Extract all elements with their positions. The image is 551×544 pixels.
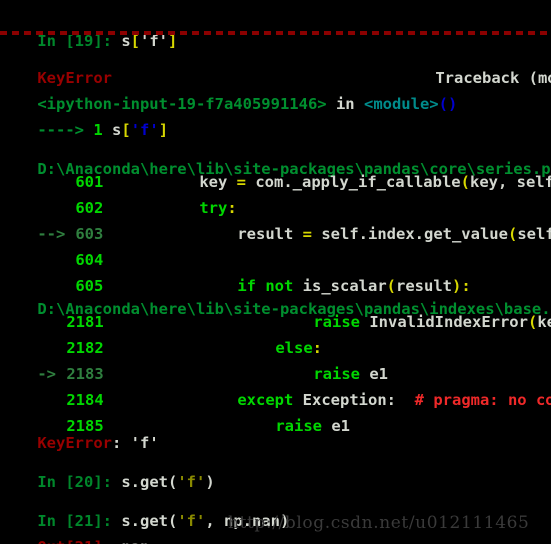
- error-separator-rule: [0, 31, 551, 35]
- terminal-line-error-final: KeyError: 'f': [37, 434, 159, 452]
- terminal-line-2183-code: raise e1: [313, 365, 388, 383]
- terminal-line-in20: In [20]: s.get('f'): [0, 443, 214, 491]
- source-lineno-2181: 2181: [66, 313, 104, 331]
- output-value-nan: nan: [121, 538, 149, 544]
- frame-in-keyword: in: [335, 95, 355, 113]
- paren-open: (: [527, 313, 538, 331]
- prompt-out-21: Out[21]:: [37, 538, 112, 544]
- exception-invalidindexerror: InvalidIndexError: [360, 313, 528, 331]
- source-lineno-602: 602: [75, 199, 104, 217]
- terminal-line-601-code: key = com._apply_if_callable(key, self): [199, 173, 551, 191]
- terminal-line-in21: In [21]: s.get('f', np.nan): [0, 482, 289, 530]
- terminal-line-2182-code: else:: [238, 309, 322, 357]
- terminal-line-602-code: try:: [162, 169, 236, 217]
- terminal-line-error-header: KeyError: [0, 39, 112, 87]
- paren-open: (: [168, 512, 178, 530]
- terminal-line-2184-code: except Exception: # pragma: no cov: [200, 361, 551, 409]
- traceback-label: Traceback (mos: [435, 69, 551, 87]
- source-lineno-603: 603: [75, 225, 104, 243]
- frame-module-name: <module>: [363, 95, 439, 113]
- keyword-raise: raise: [275, 417, 322, 435]
- source-lineno-2182: 2182: [66, 339, 104, 357]
- source-lineno-2183: 2183: [66, 365, 104, 383]
- operator-assign: =: [236, 173, 246, 191]
- terminal-screen[interactable]: In [19]: s['f'] KeyError Traceback (mos …: [0, 0, 551, 544]
- paren-open: (: [507, 225, 518, 243]
- terminal-line-603-code: result = self.index.get_value(self,: [237, 225, 551, 243]
- operator-assign: =: [302, 225, 312, 243]
- paren-open: (: [460, 173, 470, 191]
- watermark-url: http://blog.csdn.net/u012111465: [228, 513, 530, 533]
- terminal-line-out21: Out[21]: nan: [0, 508, 149, 544]
- comment-pragma: # pragma: no cov: [414, 391, 551, 409]
- source-lineno-604: 604: [75, 251, 104, 269]
- terminal-line-2181-code: raise InvalidIndexError(key: [313, 313, 551, 331]
- source-lineno-601: 601: [75, 173, 104, 191]
- terminal-line-2185-code: raise e1: [275, 417, 350, 435]
- terminal-line-in19: In [19]: s['f']: [0, 2, 177, 50]
- source-lineno-2184: 2184: [66, 391, 104, 409]
- terminal-line-frame1-code: ----> 1 s['f']: [0, 91, 168, 139]
- string-literal-f: 'f': [177, 512, 206, 530]
- terminal-line-frame1-header: <ipython-input-19-f7a405991146> in <modu…: [0, 65, 457, 113]
- frame-module-parens: (): [438, 95, 458, 113]
